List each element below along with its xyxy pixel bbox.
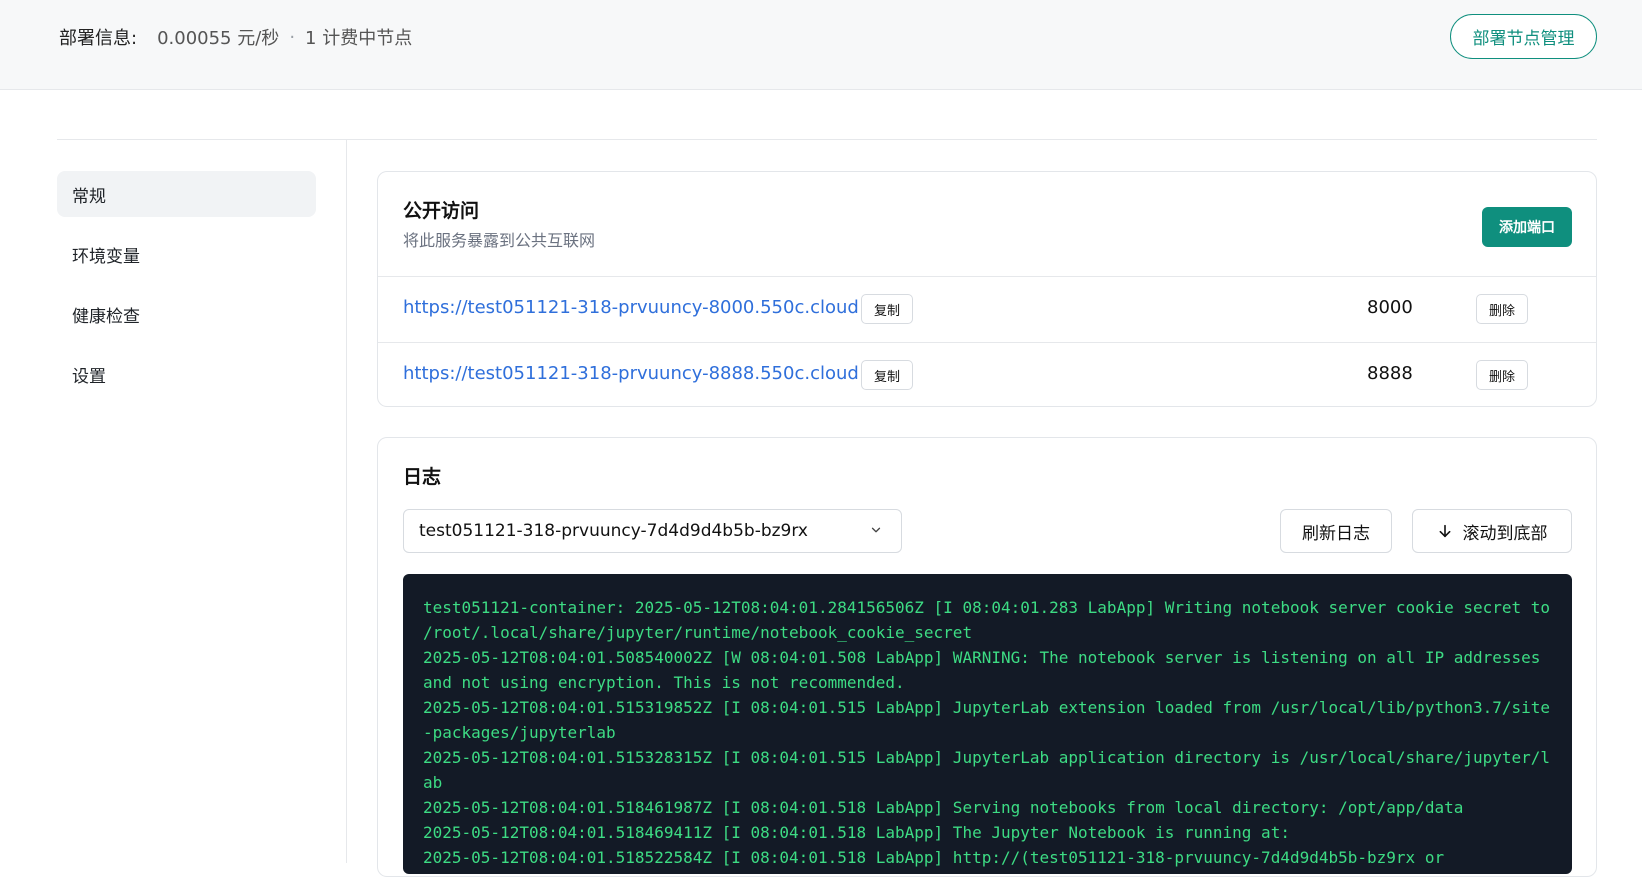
- copy-url-button[interactable]: 复制: [861, 294, 913, 324]
- logs-card: 日志 test051121-318-prvuuncy-7d4d9d4b5b-bz…: [377, 437, 1597, 877]
- deploy-info-bar: 部署信息: 0.00055 元/秒 · 1 计费中节点 部署节点管理: [0, 0, 1642, 90]
- log-line: 2025-05-12T08:04:01.518469411Z [I 08:04:…: [423, 823, 1290, 842]
- log-line: 2025-05-12T08:04:01.508540002Z [W 08:04:…: [423, 648, 1551, 692]
- logs-title: 日志: [403, 466, 442, 488]
- port-number: 8888: [1367, 363, 1413, 384]
- deploy-info: 部署信息: 0.00055 元/秒 · 1 计费中节点: [59, 25, 413, 50]
- node-management-button[interactable]: 部署节点管理: [1450, 14, 1597, 59]
- port-url-link[interactable]: https://test051121-318-prvuuncy-8888.550…: [403, 363, 884, 384]
- copy-url-button[interactable]: 复制: [861, 360, 913, 390]
- sidebar-item-label: 环境变量: [72, 246, 140, 267]
- log-line: 2025-05-12T08:04:01.518522584Z [I 08:04:…: [423, 848, 1445, 867]
- sidebar-item-label: 设置: [72, 366, 106, 387]
- delete-port-button[interactable]: 删除: [1476, 294, 1528, 324]
- log-line: test051121-container: 2025-05-12T08:04:0…: [423, 598, 1560, 642]
- log-line: 2025-05-12T08:04:01.518461987Z [I 08:04:…: [423, 798, 1464, 817]
- public-access-subtitle: 将此服务暴露到公共互联网: [403, 231, 596, 250]
- port-url-link[interactable]: https://test051121-318-prvuuncy-8000.550…: [403, 297, 884, 318]
- refresh-logs-button[interactable]: 刷新日志: [1280, 509, 1392, 553]
- port-url-text: https://test051121-318-prvuuncy-8000.550…: [403, 297, 859, 318]
- scroll-to-bottom-button[interactable]: 滚动到底部: [1412, 509, 1572, 553]
- settings-sidebar: 常规 环境变量 健康检查 设置: [57, 171, 316, 411]
- sidebar-item-general[interactable]: 常规: [57, 171, 316, 217]
- billing-nodes-count: 1 计费中节点: [305, 28, 413, 49]
- port-row: https://test051121-318-prvuuncy-8000.550…: [378, 277, 1596, 342]
- pod-select-value: test051121-318-prvuuncy-7d4d9d4b5b-bz9rx: [419, 521, 808, 541]
- port-row: https://test051121-318-prvuuncy-8888.550…: [378, 342, 1596, 407]
- public-access-header: 公开访问 将此服务暴露到公共互联网 添加端口: [378, 172, 1596, 277]
- sidebar-item-settings[interactable]: 设置: [57, 351, 316, 397]
- section-divider: [57, 139, 1597, 140]
- deploy-info-label: 部署信息:: [59, 28, 138, 49]
- sidebar-item-label: 健康检查: [72, 306, 140, 327]
- sidebar-item-health-check[interactable]: 健康检查: [57, 291, 316, 337]
- sidebar-item-label: 常规: [72, 186, 106, 207]
- arrow-down-icon: [1439, 524, 1450, 538]
- chevron-down-icon: [871, 527, 881, 533]
- sidebar-divider: [346, 140, 347, 863]
- delete-port-button[interactable]: 删除: [1476, 360, 1528, 390]
- log-console[interactable]: test051121-container: 2025-05-12T08:04:0…: [403, 574, 1572, 874]
- log-line: 2025-05-12T08:04:01.515319852Z [I 08:04:…: [423, 698, 1551, 742]
- public-access-card: 公开访问 将此服务暴露到公共互联网 添加端口 https://test05112…: [377, 171, 1597, 407]
- scroll-to-bottom-label: 滚动到底部: [1462, 523, 1548, 544]
- port-url-text: https://test051121-318-prvuuncy-8888.550…: [403, 363, 859, 384]
- port-number: 8000: [1367, 297, 1413, 318]
- public-access-title: 公开访问: [403, 200, 480, 222]
- sidebar-item-env-vars[interactable]: 环境变量: [57, 231, 316, 277]
- pod-select[interactable]: test051121-318-prvuuncy-7d4d9d4b5b-bz9rx: [403, 509, 902, 553]
- log-line: 2025-05-12T08:04:01.515328315Z [I 08:04:…: [423, 748, 1551, 792]
- price-rate: 0.00055 元/秒: [157, 28, 280, 49]
- separator-dot: ·: [289, 26, 296, 48]
- add-port-button[interactable]: 添加端口: [1482, 207, 1572, 247]
